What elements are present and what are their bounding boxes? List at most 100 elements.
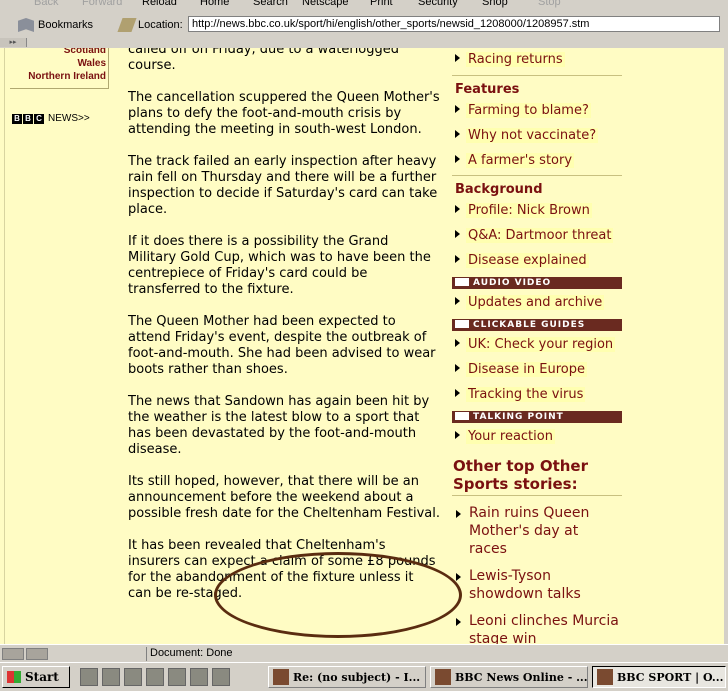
region-link-scotland[interactable]: Scotland [10, 48, 108, 57]
bullet-arrow-icon [455, 339, 460, 347]
bullet-arrow-icon [456, 573, 461, 581]
taskbar: Start Re: (no subject) - I... BBC News O… [0, 662, 728, 691]
link-features-0[interactable]: Farming to blame? [455, 103, 591, 118]
windows-logo-icon [7, 671, 21, 683]
quicklaunch-icon[interactable] [212, 668, 230, 686]
forward-button[interactable]: Forward [82, 0, 122, 8]
bullet-arrow-icon [455, 389, 460, 397]
link-background-1[interactable]: Q&A: Dartmoor threat [455, 228, 614, 243]
bullet-arrow-icon [456, 618, 461, 626]
location-text: Location: [138, 19, 183, 31]
stop-button[interactable]: Stop [538, 0, 561, 8]
security-button[interactable]: Security [418, 0, 458, 8]
link-updates-archive[interactable]: Updates and archive [455, 295, 605, 310]
link-your-reaction[interactable]: Your reaction [455, 429, 555, 444]
story-link-0[interactable]: Rain ruins Queen Mother's day at races [456, 504, 620, 558]
talking-point-band: TALKING POINT [452, 411, 622, 423]
divider [4, 48, 5, 644]
status-icons [2, 648, 48, 660]
bookmarks-icon [18, 18, 34, 32]
netscape-button[interactable]: Netscape [302, 0, 348, 8]
article-paragraph: called off on Friday, due to a waterlogg… [128, 48, 400, 73]
bookmarks-button[interactable]: Bookmarks [18, 16, 93, 34]
quick-launch [80, 668, 230, 686]
region-links: Scotland Wales Northern Ireland [10, 48, 109, 89]
start-button[interactable]: Start [2, 666, 70, 688]
taskbar-button-bbc-sport[interactable]: BBC SPORT | O... [592, 666, 726, 688]
link-background-2[interactable]: Disease explained [455, 253, 589, 268]
status-bar: Document: Done [0, 644, 728, 663]
location-icon[interactable] [117, 18, 137, 32]
divider [452, 175, 622, 176]
bullet-arrow-icon [455, 54, 460, 62]
region-link-wales[interactable]: Wales [10, 57, 108, 70]
link-guides-2[interactable]: Tracking the virus [455, 387, 586, 402]
browser-icon [597, 669, 613, 685]
bullet-arrow-icon [455, 297, 460, 305]
location-label: Location: [117, 16, 183, 34]
taskbar-button-bbc-news[interactable]: BBC News Online - ... [430, 666, 588, 688]
link-guides-1[interactable]: Disease in Europe [455, 362, 587, 377]
quicklaunch-icon[interactable] [80, 668, 98, 686]
article-paragraph: The cancellation scuppered the Queen Mot… [128, 90, 440, 137]
link-guides-0[interactable]: UK: Check your region [455, 337, 616, 352]
cursor-icon [455, 320, 469, 328]
speech-bubble-icon [455, 412, 469, 420]
article-paragraph: The track failed an early inspection aft… [128, 154, 438, 217]
back-button[interactable]: Back [34, 0, 58, 8]
clickable-guides-band: CLICKABLE GUIDES [452, 319, 622, 331]
scrollbar[interactable] [724, 48, 728, 644]
features-heading: Features [455, 82, 520, 97]
personal-toolbar: ▸▸ [0, 38, 728, 48]
url-input[interactable]: http://news.bbc.co.uk/sport/hi/english/o… [188, 16, 720, 32]
link-features-1[interactable]: Why not vaccinate? [455, 128, 599, 143]
region-link-northern-ireland[interactable]: Northern Ireland [10, 70, 108, 83]
browser-toolbar: Back Forward Reload Home Search Netscape… [0, 0, 728, 12]
divider [452, 495, 622, 496]
bullet-arrow-icon [455, 105, 460, 113]
other-stories-heading: Other top Other Sports stories: [453, 457, 588, 493]
security-lock-icon[interactable] [26, 648, 48, 660]
mail-icon [273, 669, 289, 685]
quicklaunch-icon[interactable] [102, 668, 120, 686]
article-paragraph: If it does there is a possibility the Gr… [128, 234, 431, 297]
divider [146, 647, 147, 661]
story-link-2[interactable]: Leoni clinches Murcia stage win [456, 612, 620, 644]
bullet-arrow-icon [455, 431, 460, 439]
article-body: called off on Friday, due to a waterlogg… [128, 48, 440, 618]
status-text: Document: Done [150, 647, 233, 659]
print-button[interactable]: Print [370, 0, 393, 8]
bullet-arrow-icon [455, 130, 460, 138]
link-background-0[interactable]: Profile: Nick Brown [455, 203, 592, 218]
browser-icon [435, 669, 451, 685]
quicklaunch-icon[interactable] [124, 668, 142, 686]
reload-button[interactable]: Reload [142, 0, 177, 8]
taskbar-button-mail[interactable]: Re: (no subject) - I... [268, 666, 426, 688]
article-paragraph: The Queen Mother had been expected to at… [128, 314, 436, 377]
story-link-1[interactable]: Lewis-Tyson showdown talks [456, 567, 620, 603]
start-label: Start [25, 670, 59, 684]
connection-icon [2, 648, 24, 660]
quicklaunch-icon[interactable] [168, 668, 186, 686]
search-button[interactable]: Search [253, 0, 288, 8]
background-heading: Background [455, 182, 543, 197]
bbc-logo-letter: C [34, 113, 44, 124]
link-features-2[interactable]: A farmer's story [455, 153, 575, 168]
bullet-arrow-icon [455, 255, 460, 263]
bbc-logo-letter: B [12, 113, 22, 124]
link-racing-returns[interactable]: Racing returns [455, 52, 565, 67]
quicklaunch-icon[interactable] [146, 668, 164, 686]
article-paragraph: The news that Sandown has again been hit… [128, 394, 430, 457]
quicklaunch-icon[interactable] [190, 668, 208, 686]
bbc-logo-letter: B [23, 113, 33, 124]
bbc-news-link[interactable]: B B C NEWS>> [12, 113, 90, 124]
home-button[interactable]: Home [200, 0, 229, 8]
bookmarks-label: Bookmarks [38, 19, 94, 31]
bullet-arrow-icon [455, 155, 460, 163]
toolbar-collapse-tab[interactable]: ▸▸ [0, 38, 27, 47]
speaker-icon [455, 278, 469, 286]
bullet-arrow-icon [455, 364, 460, 372]
web-page: Scotland Wales Northern Ireland B B C NE… [0, 48, 728, 644]
bullet-arrow-icon [455, 205, 460, 213]
shop-button[interactable]: Shop [482, 0, 508, 8]
